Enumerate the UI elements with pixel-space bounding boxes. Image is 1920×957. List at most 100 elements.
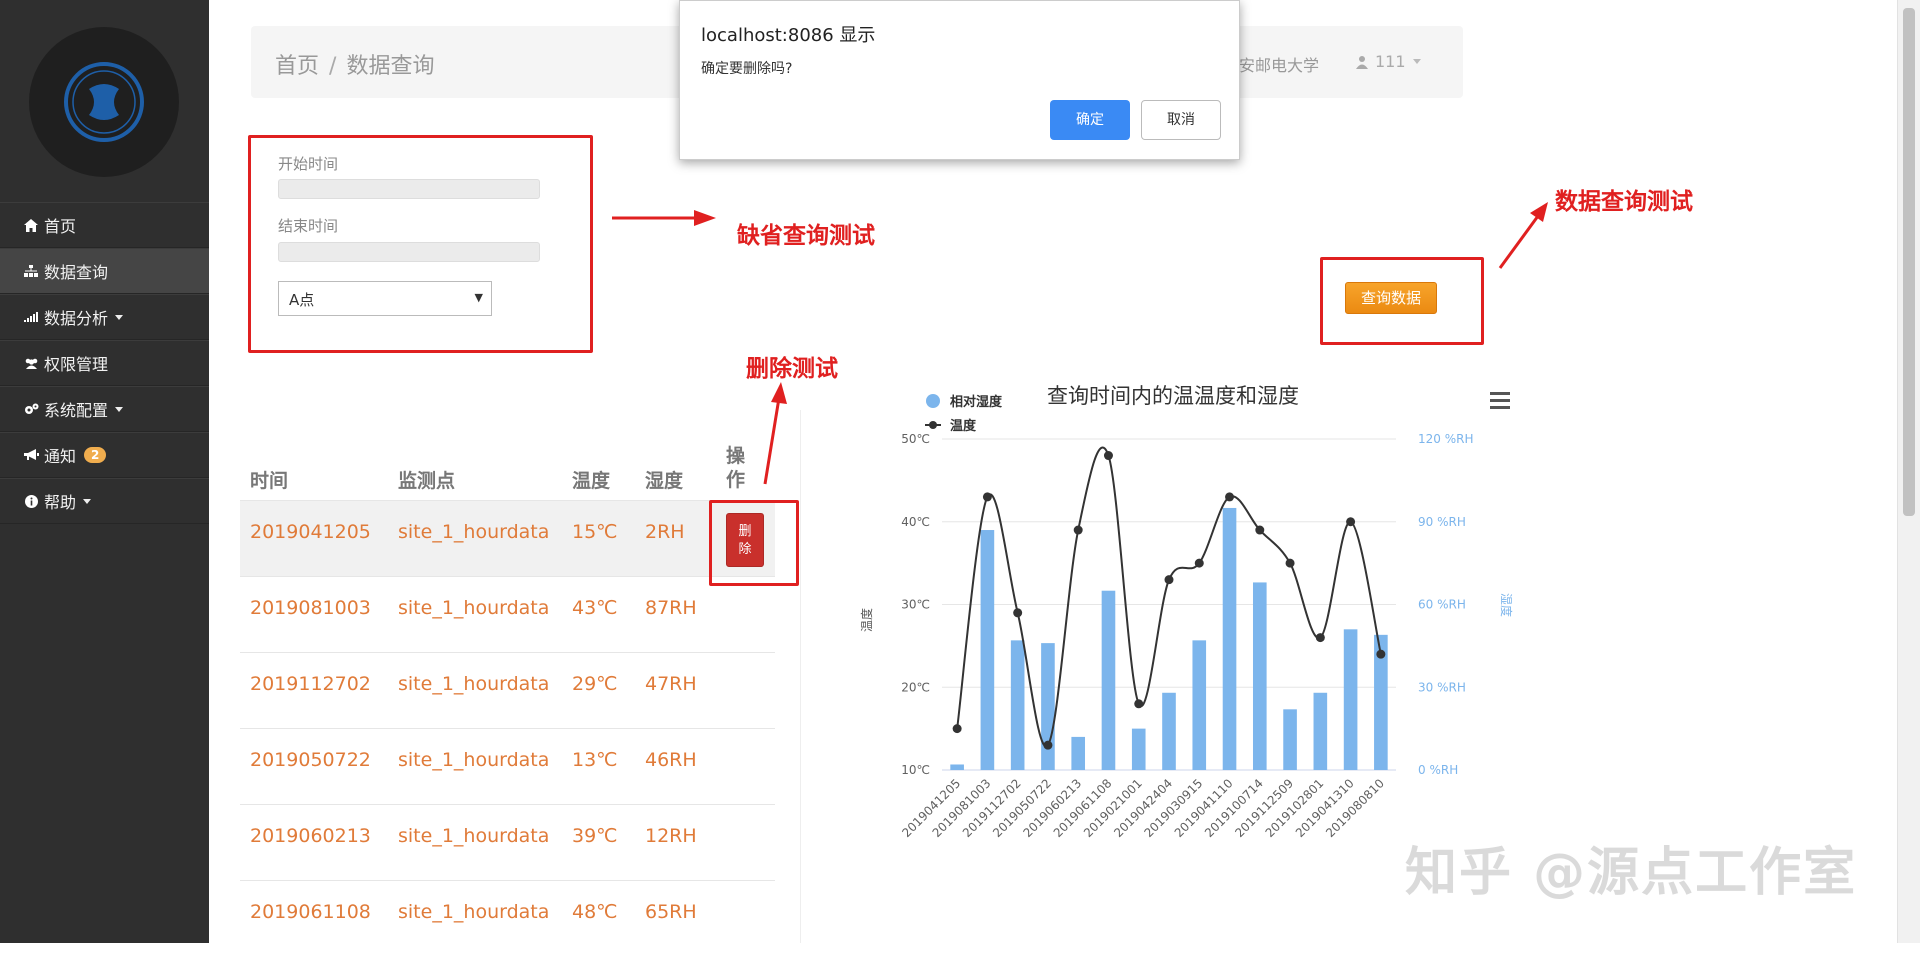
legend-humidity-symbol [926, 394, 940, 408]
sidebar-item-label: 系统配置 [44, 401, 109, 420]
user-icon [1356, 55, 1368, 69]
temperature-point [1164, 575, 1174, 585]
cell-humidity: 2RH [645, 521, 685, 543]
col-header-time: 时间 [250, 470, 289, 492]
university-logo [29, 27, 179, 177]
dialog-title: localhost:8086 显示 [701, 25, 876, 46]
left-tick-label: 40℃ [901, 515, 930, 529]
cell-time: 2019112702 [250, 673, 371, 695]
cell-site: site_1_hourdata [398, 597, 550, 619]
humidity-bar [1252, 582, 1267, 770]
humidity-bar [1010, 640, 1025, 770]
bullhorn-icon [22, 447, 40, 463]
chart-menu-icon[interactable] [1490, 392, 1510, 409]
sidebar-item-label: 数据查询 [44, 263, 109, 282]
cell-site: site_1_hourdata [398, 901, 550, 923]
sidebar: 首页 数据查询 数据分析 权限管理 系统配置 通知 2 帮助 [0, 0, 209, 943]
legend-humidity-label[interactable]: 相对湿度 [950, 394, 1003, 410]
chevron-down-icon [115, 314, 124, 320]
signal-icon [22, 309, 40, 325]
table-row: 2019060213 site_1_hourdata 39℃ 12RH [240, 804, 775, 881]
annotation-default-query: 缺省查询测试 [737, 223, 875, 249]
org-name: 安邮电大学 [1239, 56, 1320, 75]
cell-site: site_1_hourdata [398, 749, 550, 771]
cell-time: 2019050722 [250, 749, 371, 771]
left-axis-ticks: 10℃ 20℃ 30℃ 40℃ 50℃ [901, 432, 930, 777]
home-icon [22, 217, 40, 233]
temperature-point [982, 492, 992, 502]
cell-humidity: 46RH [645, 749, 697, 771]
logo-emblem-icon [64, 62, 144, 142]
humidity-bar [950, 764, 964, 770]
humidity-bar [1192, 640, 1207, 770]
humidity-bar [1131, 728, 1146, 770]
gears-icon [22, 401, 40, 417]
chevron-down-icon [115, 406, 124, 412]
sidebar-item-help[interactable]: 帮助 [0, 478, 209, 524]
users-icon [22, 355, 40, 371]
sidebar-item-notifications[interactable]: 通知 2 [0, 432, 209, 478]
col-header-humidity: 湿度 [645, 470, 684, 492]
scrollbar-thumb[interactable] [1903, 8, 1915, 516]
humidity-bar [1101, 590, 1116, 770]
cell-temperature: 29℃ [572, 673, 618, 695]
legend-temperature-marker [929, 421, 937, 429]
table-row: 2019050722 site_1_hourdata 13℃ 46RH [240, 728, 775, 805]
temperature-point [1346, 517, 1356, 527]
chart-title: 查询时间内的温温度和湿度 [1047, 384, 1299, 408]
right-axis-ticks: 0 %RH 30 %RH 60 %RH 90 %RH 120 %RH [1418, 432, 1473, 777]
temperature-point [1073, 525, 1083, 535]
humidity-bar [980, 530, 995, 770]
info-icon [22, 493, 40, 509]
user-menu[interactable]: 111 [1355, 52, 1421, 71]
cell-temperature: 43℃ [572, 597, 618, 619]
table-row: 2019081003 site_1_hourdata 43℃ 87RH [240, 576, 775, 653]
col-header-actions: 操 作 [726, 445, 746, 491]
annotation-box-delete [709, 500, 799, 586]
annotation-box-default-query [248, 135, 593, 353]
cell-temperature: 15℃ [572, 521, 618, 543]
breadcrumb-home[interactable]: 首页 [275, 54, 319, 79]
cell-humidity: 87RH [645, 597, 697, 619]
humidity-bar [1162, 692, 1176, 770]
sidebar-item-label: 帮助 [44, 493, 77, 512]
temperature-point [1013, 608, 1023, 618]
sidebar-item-label: 首页 [44, 217, 77, 236]
right-axis-label: 湿度 [1499, 593, 1514, 617]
legend-temperature-label[interactable]: 温度 [950, 418, 977, 434]
cell-time: 2019061108 [250, 901, 371, 923]
right-tick-label: 30 %RH [1418, 680, 1466, 694]
temperature-humidity-chart: 查询时间内的温温度和湿度 相对湿度 温度 温度 湿度 10℃ 20℃ 30℃ 40℃ 5… [859, 384, 1514, 840]
left-tick-label: 20℃ [901, 680, 930, 694]
sidebar-item-label: 数据分析 [44, 309, 109, 328]
humidity-bar [1283, 709, 1297, 770]
sitemap-icon [22, 263, 40, 279]
sidebar-item-system-config[interactable]: 系统配置 [0, 386, 209, 432]
cell-humidity: 12RH [645, 825, 697, 847]
left-tick-label: 50℃ [901, 432, 930, 446]
page-scrollbar[interactable] [1897, 0, 1920, 943]
temperature-point [952, 724, 962, 734]
humidity-bar [1041, 643, 1055, 770]
humidity-bar [1071, 736, 1086, 770]
dialog-message: 确定要删除吗? [701, 61, 793, 77]
dialog-ok-button[interactable]: 确定 [1050, 100, 1130, 140]
sidebar-item-permissions[interactable]: 权限管理 [0, 340, 209, 386]
chart-legend[interactable]: 相对湿度 温度 [925, 394, 1003, 434]
sidebar-item-data-query[interactable]: 数据查询 [0, 248, 209, 294]
cell-humidity: 65RH [645, 901, 697, 923]
breadcrumb: 首页 / 数据查询 [275, 54, 435, 79]
annotation-data-query: 数据查询测试 [1555, 189, 1693, 215]
sidebar-item-data-analysis[interactable]: 数据分析 [0, 294, 209, 340]
annotation-delete-test: 删除测试 [746, 356, 838, 382]
table-row: 2019112702 site_1_hourdata 29℃ 47RH [240, 652, 775, 729]
dialog-cancel-button[interactable]: 取消 [1141, 100, 1221, 140]
humidity-bar [1313, 692, 1328, 770]
sidebar-item-home[interactable]: 首页 [0, 202, 209, 248]
cell-temperature: 48℃ [572, 901, 618, 923]
cell-site: site_1_hourdata [398, 825, 550, 847]
annotation-box-query-button [1320, 257, 1484, 345]
temperature-point [1285, 558, 1295, 568]
right-tick-label: 0 %RH [1418, 763, 1458, 777]
humidity-bar [1343, 629, 1358, 770]
